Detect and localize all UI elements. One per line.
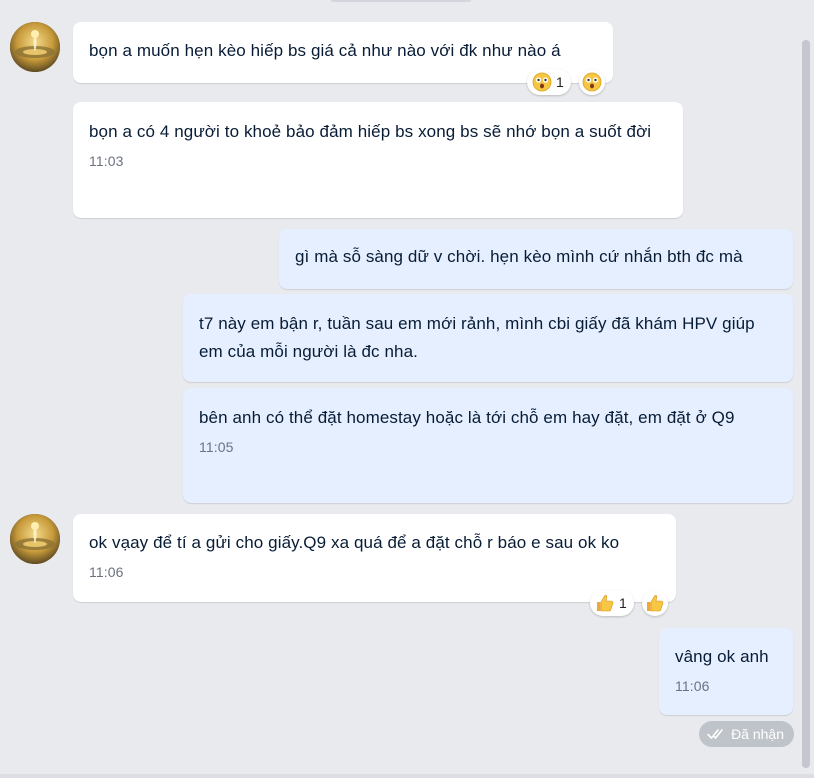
composer-divider <box>0 774 814 778</box>
message-text: bên anh có thể đặt homestay hoặc là tới … <box>199 408 735 427</box>
scrollbar-thumb[interactable] <box>802 40 810 768</box>
message-bubble-incoming[interactable]: bọn a có 4 người to khoẻ bảo đảm hiếp bs… <box>73 102 683 218</box>
contact-avatar[interactable] <box>10 514 60 564</box>
shocked-face-icon <box>532 72 552 92</box>
add-reaction-button[interactable] <box>579 69 605 95</box>
message-bubble-outgoing[interactable]: bên anh có thể đặt homestay hoặc là tới … <box>183 388 793 503</box>
delivery-status-badge: Đã nhận <box>699 721 794 747</box>
message-text: t7 này em bận r, tuần sau em mới rảnh, m… <box>199 314 755 361</box>
scrollbar[interactable] <box>802 40 810 768</box>
add-reaction-button[interactable] <box>642 590 668 616</box>
thumbs-up-icon <box>597 595 614 612</box>
shocked-face-icon <box>582 72 602 92</box>
message-time: 11:06 <box>89 564 124 580</box>
top-scroll-handle <box>330 0 472 2</box>
thumbs-up-icon <box>647 595 664 612</box>
double-check-icon <box>707 729 723 739</box>
message-bubble-outgoing[interactable]: gì mà sỗ sàng dữ v chời. hẹn kèo mình cứ… <box>279 229 793 289</box>
reaction-summary[interactable]: 1 <box>527 69 571 95</box>
message-time: 11:03 <box>89 153 124 169</box>
reaction-summary[interactable]: 1 <box>590 590 634 616</box>
message-text: gì mà sỗ sàng dữ v chời. hẹn kèo mình cứ… <box>295 247 743 266</box>
message-text: bọn a có 4 người to khoẻ bảo đảm hiếp bs… <box>89 122 652 141</box>
message-time: 11:06 <box>675 678 710 694</box>
contact-avatar[interactable] <box>10 22 60 72</box>
delivery-status-label: Đã nhận <box>731 726 784 742</box>
reaction-count: 1 <box>556 74 564 90</box>
message-bubble-outgoing[interactable]: t7 này em bận r, tuần sau em mới rảnh, m… <box>183 294 793 382</box>
message-text: ok vạay để tí a gửi cho giấy.Q9 xa quá đ… <box>89 533 620 552</box>
message-time: 11:05 <box>199 439 234 455</box>
message-bubble-incoming[interactable]: ok vạay để tí a gửi cho giấy.Q9 xa quá đ… <box>73 514 676 602</box>
message-bubble-outgoing[interactable]: vâng ok anh 11:06 <box>659 628 793 715</box>
message-text: vâng ok anh <box>675 647 769 666</box>
message-text: bọn a muốn hẹn kèo hiếp bs giá cả như nà… <box>89 41 561 60</box>
reaction-count: 1 <box>619 595 627 611</box>
